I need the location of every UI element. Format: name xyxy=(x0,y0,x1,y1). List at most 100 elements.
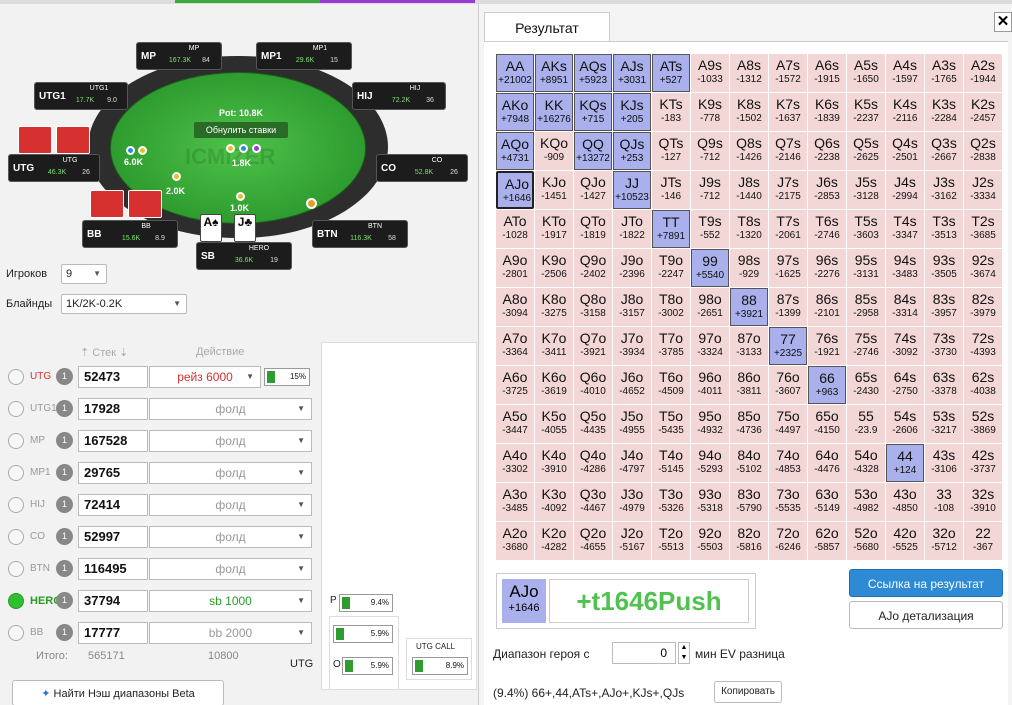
nash-ranges-button[interactable]: ✦ Найти Нэш диапазоны Beta xyxy=(12,680,224,705)
hand-cell[interactable]: 54o -4328 xyxy=(847,444,885,482)
link-result-button[interactable]: Ссылка на результат xyxy=(849,569,1003,597)
player-action-select[interactable]: фолд ▼ xyxy=(149,398,312,420)
hand-cell[interactable]: 73o -5535 xyxy=(769,483,807,521)
player-stack-input[interactable]: 72414 xyxy=(78,494,148,516)
hand-cell[interactable]: J3o -4979 xyxy=(613,483,651,521)
hand-cell[interactable]: K9s -778 xyxy=(691,93,729,131)
hand-cell[interactable]: K4s -2116 xyxy=(886,93,924,131)
hand-cell[interactable]: K7s -1637 xyxy=(769,93,807,131)
hand-cell[interactable]: Q9s -712 xyxy=(691,132,729,170)
hand-cell[interactable]: J5s -3128 xyxy=(847,171,885,209)
hand-cell[interactable]: J8o -3157 xyxy=(613,288,651,326)
hand-cell[interactable]: 65s -2430 xyxy=(847,366,885,404)
players-select[interactable]: 9 ▼ xyxy=(61,264,107,284)
hand-cell[interactable]: T3s -3513 xyxy=(925,210,963,248)
hand-cell[interactable]: A3o -3485 xyxy=(496,483,534,521)
hand-cell[interactable]: Q4o -4286 xyxy=(574,444,612,482)
min-ev-input[interactable]: 0 xyxy=(612,642,676,664)
hand-cell[interactable]: 42s -3737 xyxy=(964,444,1002,482)
hand-cell[interactable]: Q7s -2146 xyxy=(769,132,807,170)
hand-cell[interactable]: T7s -2061 xyxy=(769,210,807,248)
hand-cell[interactable]: KJo -1451 xyxy=(535,171,573,209)
player-radio[interactable] xyxy=(8,465,24,481)
hand-cell[interactable]: 85o -4736 xyxy=(730,405,768,443)
hand-cell[interactable]: AKs +8951 xyxy=(535,54,573,92)
hand-cell[interactable]: A8s -1312 xyxy=(730,54,768,92)
hand-cell[interactable]: 22 -367 xyxy=(964,522,1002,560)
hand-cell[interactable]: 74o -4853 xyxy=(769,444,807,482)
hand-cell[interactable]: 75o -4497 xyxy=(769,405,807,443)
hand-cell[interactable]: J9s -712 xyxy=(691,171,729,209)
hand-cell[interactable]: AA +21002 xyxy=(496,54,534,92)
hand-cell[interactable]: K2s -2457 xyxy=(964,93,1002,131)
hand-cell[interactable]: JTo -1822 xyxy=(613,210,651,248)
hand-cell[interactable]: 82o -5816 xyxy=(730,522,768,560)
hand-cell[interactable]: T4o -5145 xyxy=(652,444,690,482)
seat-mp[interactable]: MP MP 167.3K 84 xyxy=(136,42,222,70)
hand-cell[interactable]: 98o -2651 xyxy=(691,288,729,326)
hand-cell[interactable]: A9s -1033 xyxy=(691,54,729,92)
hand-cell[interactable]: 96s -2276 xyxy=(808,249,846,287)
player-range-pct[interactable]: 15% xyxy=(264,368,310,386)
player-radio[interactable] xyxy=(8,369,24,385)
hand-cell[interactable]: 84o -5102 xyxy=(730,444,768,482)
hand-cell[interactable]: 66 +963 xyxy=(808,366,846,404)
hand-cell[interactable]: 32s -3910 xyxy=(964,483,1002,521)
hand-cell[interactable]: KTs -183 xyxy=(652,93,690,131)
hand-cell[interactable]: 64o -4476 xyxy=(808,444,846,482)
hand-cell[interactable]: QTo -1819 xyxy=(574,210,612,248)
hand-cell[interactable]: 52o -5680 xyxy=(847,522,885,560)
player-action-select[interactable]: рейз 6000 ▼ xyxy=(149,366,261,388)
hand-cell[interactable]: K5o -4055 xyxy=(535,405,573,443)
hand-cell[interactable]: 62o -5857 xyxy=(808,522,846,560)
hand-cell[interactable]: T7o -3785 xyxy=(652,327,690,365)
hand-cell[interactable]: Q8o -3158 xyxy=(574,288,612,326)
blinds-select[interactable]: 1K/2K-0.2K ▼ xyxy=(61,294,187,314)
hand-cell[interactable]: 33 -108 xyxy=(925,483,963,521)
hand-cell[interactable]: J8s -1440 xyxy=(730,171,768,209)
hand-cell[interactable]: 94o -5293 xyxy=(691,444,729,482)
hand-cell[interactable]: 93o -5318 xyxy=(691,483,729,521)
hand-cell[interactable]: 82s -3979 xyxy=(964,288,1002,326)
hand-cell[interactable]: 95o -4932 xyxy=(691,405,729,443)
seat-hero[interactable]: SB HERO 36.6K 19 xyxy=(196,242,292,270)
hand-cell[interactable]: 32o -5712 xyxy=(925,522,963,560)
hand-cell[interactable]: 72o -6246 xyxy=(769,522,807,560)
hand-cell[interactable]: QJo -1427 xyxy=(574,171,612,209)
close-icon[interactable]: ✕ xyxy=(994,12,1012,32)
seat-mp1[interactable]: MP1 MP1 29.6K 15 xyxy=(256,42,352,70)
hand-cell[interactable]: 75s -2746 xyxy=(847,327,885,365)
hand-cell[interactable]: 97o -3324 xyxy=(691,327,729,365)
detail-button[interactable]: AJo детализация xyxy=(849,601,1003,629)
player-radio[interactable] xyxy=(8,529,24,545)
hand-cell[interactable]: J2o -5167 xyxy=(613,522,651,560)
hand-cell[interactable]: 86o -3811 xyxy=(730,366,768,404)
hand-cell[interactable]: 53o -4982 xyxy=(847,483,885,521)
hand-cell[interactable]: 63o -5149 xyxy=(808,483,846,521)
hand-cell[interactable]: KK +16276 xyxy=(535,93,573,131)
hand-cell[interactable]: T5o -5435 xyxy=(652,405,690,443)
hand-cell[interactable]: K3s -2284 xyxy=(925,93,963,131)
player-action-select[interactable]: фолд ▼ xyxy=(149,558,312,580)
hand-cell[interactable]: 85s -2958 xyxy=(847,288,885,326)
hand-cell[interactable]: J7s -2175 xyxy=(769,171,807,209)
player-stack-input[interactable]: 37794 xyxy=(78,590,148,612)
hand-cell[interactable]: 86s -2101 xyxy=(808,288,846,326)
player-radio[interactable] xyxy=(8,625,24,641)
hand-cell[interactable]: 87o -3133 xyxy=(730,327,768,365)
hand-cell[interactable]: T9o -2247 xyxy=(652,249,690,287)
hand-cell[interactable]: 63s -3378 xyxy=(925,366,963,404)
player-radio[interactable] xyxy=(8,561,24,577)
hand-cell[interactable]: A9o -2801 xyxy=(496,249,534,287)
hand-cell[interactable]: QTs -127 xyxy=(652,132,690,170)
hand-cell[interactable]: 84s -3314 xyxy=(886,288,924,326)
player-stack-input[interactable]: 52473 xyxy=(78,366,148,388)
hand-cell[interactable]: T2o -5513 xyxy=(652,522,690,560)
seat-bb[interactable]: BB BB 15.6K 8.9 xyxy=(82,220,178,248)
hand-cell[interactable]: T3o -5326 xyxy=(652,483,690,521)
reset-bets-button[interactable]: Обнулить ставки xyxy=(194,122,288,138)
min-ev-stepper[interactable]: ▲ ▼ xyxy=(678,642,690,664)
hand-cell[interactable]: Q2o -4655 xyxy=(574,522,612,560)
hand-cell[interactable]: A4s -1597 xyxy=(886,54,924,92)
player-radio[interactable] xyxy=(8,497,24,513)
